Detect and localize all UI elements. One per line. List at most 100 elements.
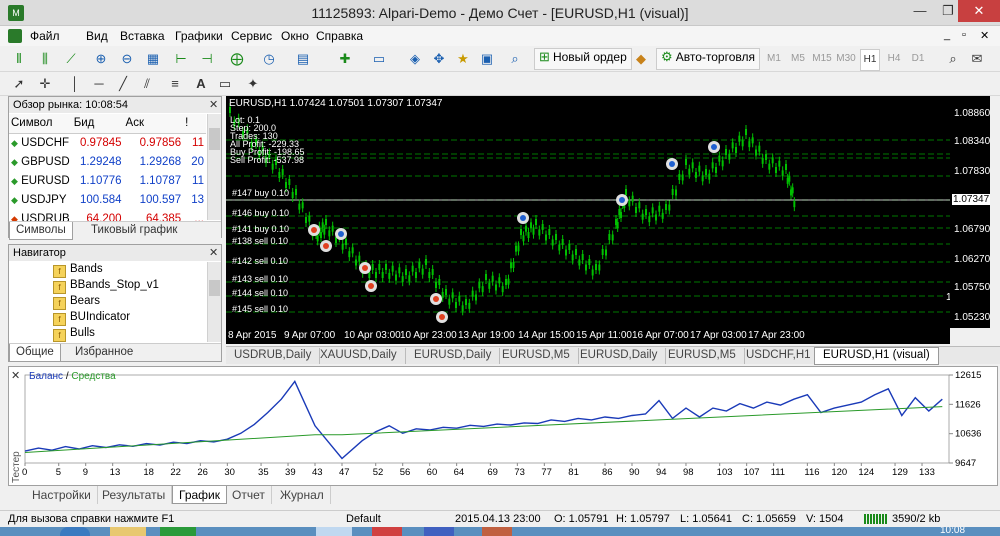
menu-file[interactable]: Файл: [30, 29, 60, 43]
scroll-thumb[interactable]: [209, 128, 220, 150]
tester-close-icon[interactable]: ✕: [11, 369, 20, 382]
nav-item-bears[interactable]: f Bears: [53, 295, 100, 311]
tab-settings[interactable]: Настройки: [26, 486, 98, 504]
nav-item-bulls[interactable]: f Bulls: [53, 327, 95, 343]
fibonacci-icon[interactable]: ≡: [164, 73, 186, 95]
navigator-icon[interactable]: ✥: [428, 48, 450, 70]
bar-chart-icon[interactable]: ⫴: [8, 48, 30, 70]
mdi-close-button[interactable]: ✕: [980, 29, 989, 42]
col-bid[interactable]: Бид: [71, 114, 124, 134]
tab-graph[interactable]: График: [172, 486, 227, 504]
tab-symbols[interactable]: Символы: [9, 222, 73, 240]
periods-icon[interactable]: ◷: [258, 48, 280, 70]
market-row-usdjpy[interactable]: ◆ USDJPY 100.584 100.597 13: [9, 190, 206, 209]
menu-charts[interactable]: Графики: [175, 29, 223, 43]
templates-icon[interactable]: ▤: [292, 48, 314, 70]
mdi-restore-button[interactable]: ▫: [962, 29, 966, 41]
chart-tab-usdchf-h1[interactable]: USDCHF,H1: [738, 348, 820, 364]
price-axis[interactable]: 1.08860 1.08340 1.07830 1.07347 1.06790 …: [950, 96, 991, 328]
nav-item-buindicator[interactable]: f BUIndicator: [53, 311, 130, 327]
market-row-gbpusd[interactable]: ◆ GBPUSD 1.29248 1.29268 20: [9, 152, 206, 171]
col-symbol[interactable]: Символ: [9, 114, 72, 134]
folder-taskbar-icon[interactable]: [424, 527, 454, 536]
crosshair-icon[interactable]: ✛: [34, 73, 56, 95]
zoom-in-icon[interactable]: ⊕: [90, 48, 112, 70]
tab-general[interactable]: Общие: [9, 344, 61, 362]
timeframe-m15[interactable]: M15: [812, 49, 832, 69]
auto-scroll-icon[interactable]: ⊢: [170, 48, 192, 70]
text-icon[interactable]: A: [190, 73, 212, 95]
new-chart-icon[interactable]: ✚: [334, 48, 356, 70]
search-icon[interactable]: ⌕: [942, 48, 964, 70]
candle-chart-icon[interactable]: ⫼: [34, 48, 56, 70]
menu-tools[interactable]: Сервис: [231, 29, 272, 43]
label-icon[interactable]: ▭: [214, 73, 236, 95]
trendline-icon[interactable]: ╱: [112, 73, 134, 95]
navigator-close-icon[interactable]: ✕: [209, 246, 218, 259]
nav-item-bbands-stop[interactable]: f BBands_Stop_v1: [53, 279, 159, 295]
candle-body: [295, 189, 297, 195]
cursor-icon[interactable]: ➚: [8, 73, 30, 95]
line-chart-icon[interactable]: ⟋: [60, 48, 82, 70]
new-order-button[interactable]: ⊞ Новый ордер: [534, 48, 632, 70]
navigator-scrollbar[interactable]: [207, 262, 221, 342]
terminal-icon[interactable]: ▣: [476, 48, 498, 70]
candle-body: [661, 212, 664, 219]
explorer-taskbar-icon[interactable]: [110, 527, 146, 536]
timeframe-h1[interactable]: H1: [860, 49, 880, 71]
menu-help[interactable]: Справка: [316, 29, 363, 43]
candle-body: [638, 202, 641, 209]
chart-tab-eurusd-daily-2[interactable]: EURUSD,Daily: [572, 348, 667, 364]
chat-icon[interactable]: ✉: [966, 48, 988, 70]
market-watch-icon[interactable]: ◈: [404, 48, 426, 70]
market-watch-scrollbar[interactable]: [207, 114, 221, 220]
tile-windows-icon[interactable]: ▦: [142, 48, 164, 70]
browser-taskbar-icon[interactable]: [372, 527, 402, 536]
chart-tab-eurusd-daily[interactable]: EURUSD,Daily: [406, 348, 501, 364]
app-taskbar-icon[interactable]: [160, 527, 196, 536]
col-ask[interactable]: Аск: [123, 114, 184, 134]
horizontal-line-icon[interactable]: ─: [88, 73, 110, 95]
chart-tab-eurusd-h1-visual[interactable]: EURUSD,H1 (visual): [814, 347, 939, 365]
market-row-eurusd[interactable]: ◆ EURUSD 1.10776 1.10787 11: [9, 171, 206, 190]
price-chart[interactable]: #147 buy 0.10 #146 buy 0.10 #141 buy 0.10 #…: [226, 96, 986, 328]
metatrader-taskbar-icon[interactable]: [316, 527, 352, 536]
market-watch-close-icon[interactable]: ✕: [209, 98, 218, 111]
market-row-usdchf[interactable]: ◆ USDCHF 0.97845 0.97856 11: [9, 133, 206, 152]
chart-tab-eurusd-m5-2[interactable]: EURUSD,M5: [660, 348, 745, 364]
timeframe-h4[interactable]: H4: [884, 49, 904, 69]
profiles-icon[interactable]: ▭: [368, 48, 390, 70]
tab-report[interactable]: Отчет: [226, 486, 272, 504]
timeframe-m30[interactable]: M30: [836, 49, 856, 69]
menu-view[interactable]: Вид: [86, 29, 108, 43]
chart-tab-xauusd-daily[interactable]: XAUUSD,Daily: [312, 348, 406, 364]
tab-results[interactable]: Результаты: [96, 486, 173, 504]
chart-tab-usdrub-daily[interactable]: USDRUB,Daily: [226, 348, 321, 364]
metaeditor-icon[interactable]: ◆: [630, 48, 652, 70]
shapes-icon[interactable]: ✦: [242, 73, 264, 95]
chart-shift-icon[interactable]: ⊣: [196, 48, 218, 70]
col-spread[interactable]: !: [183, 114, 206, 134]
timeframe-d1[interactable]: D1: [908, 49, 928, 69]
channel-icon[interactable]: ⫽: [136, 73, 158, 95]
tab-journal[interactable]: Журнал: [274, 486, 331, 504]
tab-favorites[interactable]: Избранное: [69, 344, 139, 362]
start-orb-icon[interactable]: [60, 527, 90, 536]
auto-trading-button[interactable]: ⚙ Авто-торговля: [656, 48, 760, 70]
tab-tick-chart[interactable]: Тиковый график: [85, 222, 183, 240]
chart-tab-eurusd-m5[interactable]: EURUSD,M5: [494, 348, 579, 364]
archive-taskbar-icon[interactable]: [482, 527, 512, 536]
data-window-icon[interactable]: ★: [452, 48, 474, 70]
menu-window[interactable]: Окно: [281, 29, 309, 43]
timeframe-m5[interactable]: M5: [788, 49, 808, 69]
indicators-icon[interactable]: ⨁: [226, 48, 248, 70]
strategy-tester-icon[interactable]: ⌕: [504, 48, 526, 70]
scroll-thumb[interactable]: [209, 280, 220, 296]
zoom-out-icon[interactable]: ⊖: [116, 48, 138, 70]
timeframe-m1[interactable]: M1: [764, 49, 784, 69]
close-button[interactable]: ✕: [958, 0, 1000, 22]
nav-item-bands[interactable]: f Bands: [53, 263, 103, 279]
vertical-line-icon[interactable]: │: [64, 73, 86, 95]
menu-insert[interactable]: Вставка: [120, 29, 165, 43]
mdi-minimize-button[interactable]: _: [944, 29, 950, 41]
